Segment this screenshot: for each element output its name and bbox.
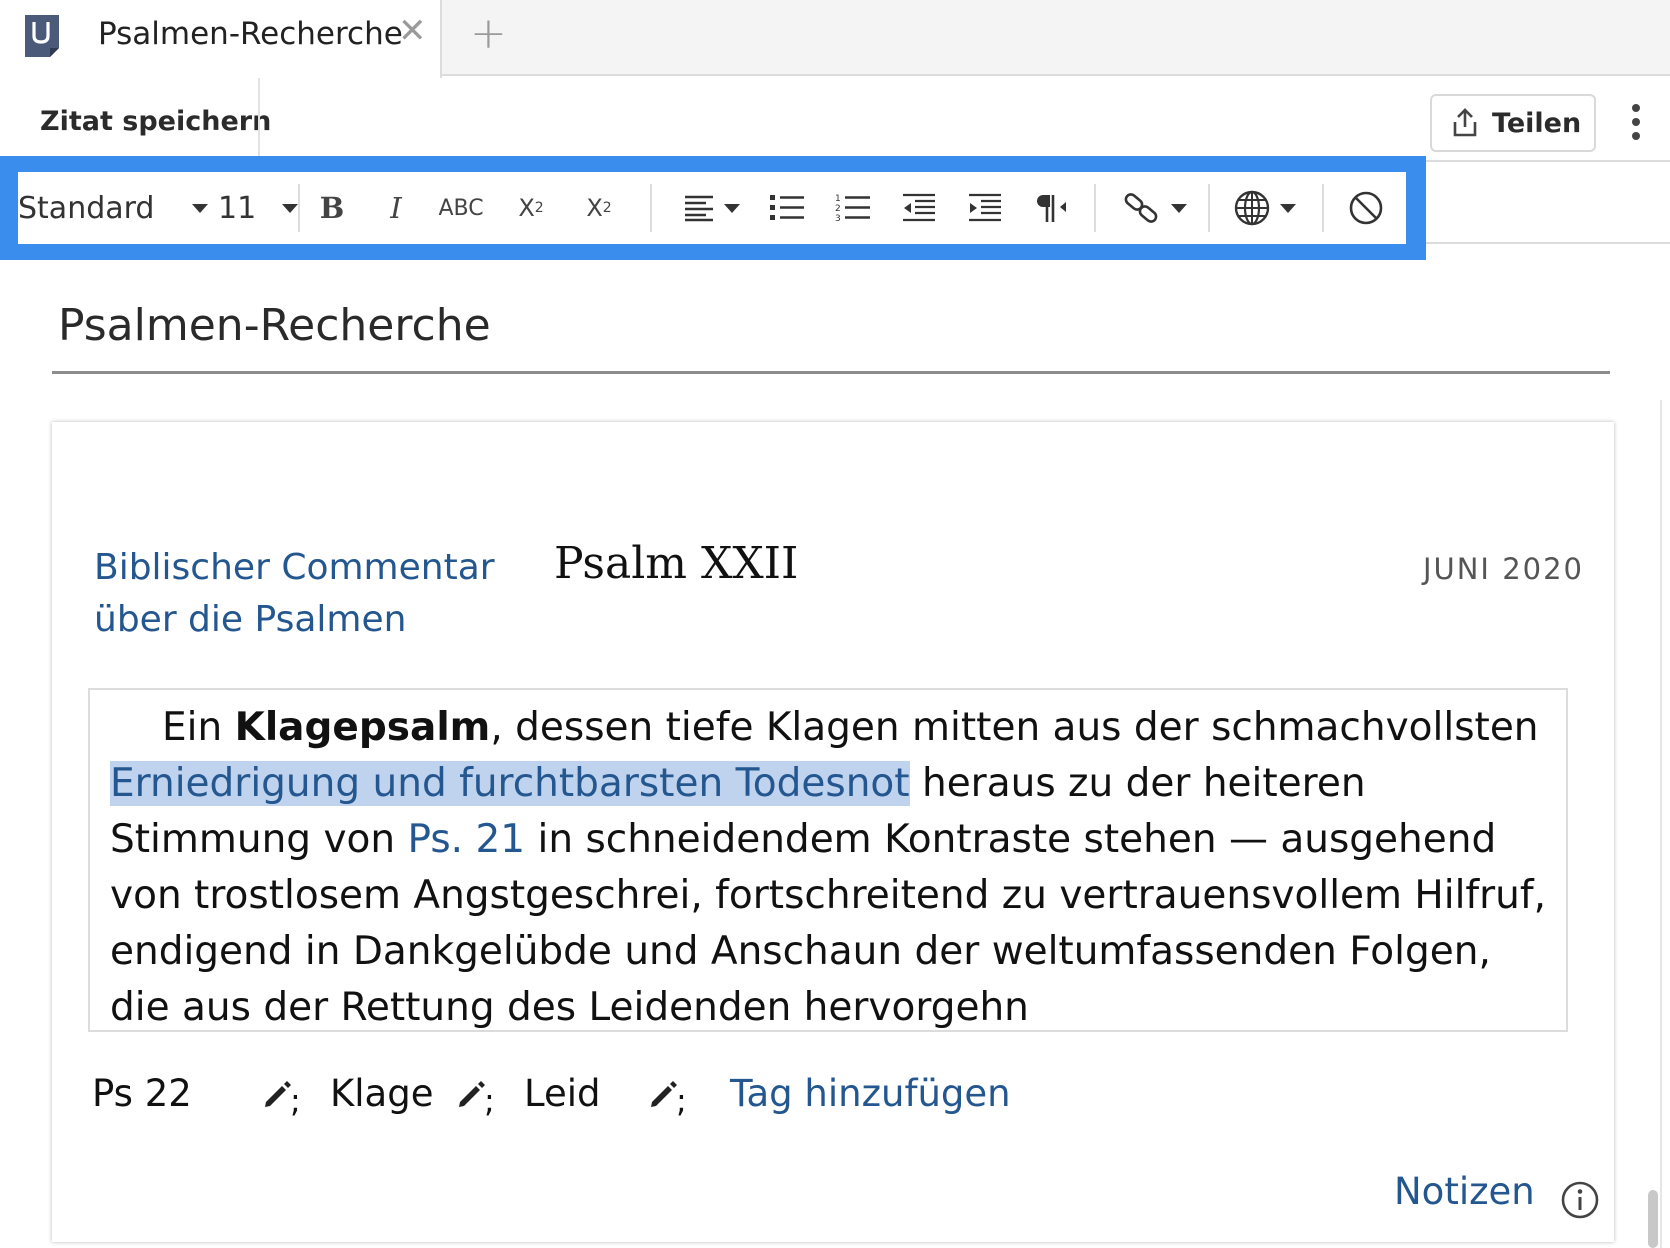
tab-psalmen-recherche[interactable]: Psalmen-Recherche ✕ (0, 0, 442, 78)
pencil-icon[interactable] (648, 1078, 678, 1108)
share-icon (1453, 108, 1477, 137)
outdent-icon (903, 193, 935, 222)
clear-formatting-button[interactable] (1338, 172, 1394, 244)
info-icon[interactable] (1560, 1180, 1600, 1220)
save-quote-button[interactable]: Zitat speichern (40, 106, 271, 137)
chevron-down-icon (192, 203, 208, 213)
indent-button[interactable] (960, 172, 1010, 244)
close-icon[interactable]: ✕ (398, 14, 427, 48)
superscript-base: X (518, 194, 535, 222)
numbered-list-button[interactable]: 1 2 3 (828, 172, 878, 244)
document-u-icon (25, 15, 59, 57)
tab-title: Psalmen-Recherche (98, 16, 403, 52)
document-title[interactable]: Psalmen-Recherche (58, 300, 491, 351)
paragraph-style-value: Standard (18, 190, 155, 226)
tag-separator: ; (290, 1082, 301, 1120)
pencil-icon[interactable] (262, 1078, 292, 1108)
quote-bold-term: Klagepsalm (234, 705, 491, 750)
numbered-list-icon: 1 2 3 (835, 194, 870, 224)
toolbar-divider (298, 184, 300, 232)
quote-part-1: Ein (162, 705, 235, 750)
tab-bar: Psalmen-Recherche ✕ + (0, 0, 1670, 78)
source-line-2: über die Psalmen (94, 599, 407, 640)
share-label: Teilen (1492, 107, 1582, 139)
subscript-button[interactable]: X2 (570, 172, 628, 244)
tag-separator: ; (676, 1082, 687, 1120)
scripture-reference-link[interactable]: Ps. 21 (408, 817, 526, 862)
toolbar-divider (1208, 184, 1210, 232)
link-icon (1124, 193, 1158, 223)
pencil-icon[interactable] (456, 1078, 486, 1108)
language-dropdown[interactable] (1222, 172, 1308, 244)
superscript-mark: 2 (534, 200, 544, 216)
subscript-base: X (586, 194, 603, 222)
quote-card: Biblischer Commentar über die Psalmen Ps… (52, 422, 1614, 1242)
no-format-icon (1349, 191, 1383, 225)
formatting-toolbar: Standard 11 B I ABC X2 X2 1 2 3 (18, 172, 1406, 244)
bullet-list-icon (770, 195, 804, 220)
align-left-icon (685, 195, 713, 222)
tab-strip-empty (528, 0, 1670, 76)
superscript-button[interactable]: X2 (502, 172, 560, 244)
svg-text:3: 3 (835, 214, 841, 224)
tag-separator: ; (484, 1082, 495, 1120)
font-size-select[interactable]: 11 (218, 172, 298, 244)
subscript-mark: 2 (602, 200, 612, 216)
tag-ps22[interactable]: Ps 22 (92, 1072, 192, 1115)
bullet-list-button[interactable] (762, 172, 812, 244)
plus-icon[interactable]: + (470, 12, 507, 56)
chevron-down-icon (1280, 203, 1296, 213)
svg-text:1: 1 (835, 194, 841, 204)
scroll-track (1660, 400, 1662, 1248)
scrollbar-thumb[interactable] (1648, 1190, 1658, 1248)
quote-part-2: , dessen tiefe Klagen mitten aus der sch… (490, 705, 1539, 750)
chevron-down-icon (1171, 203, 1187, 213)
passage-title: Psalm XXII (554, 538, 799, 589)
tag-klage[interactable]: Klage (330, 1072, 433, 1115)
align-dropdown[interactable] (672, 172, 752, 244)
svg-text:2: 2 (835, 204, 841, 214)
tag-leid[interactable]: Leid (524, 1072, 601, 1115)
quote-highlight[interactable]: Erniedrigung und furchtbarsten Todesnot (110, 761, 910, 806)
chevron-down-icon (282, 203, 298, 213)
toolbar-divider (1322, 184, 1324, 232)
toolbar-divider (1094, 184, 1096, 232)
toolbar-divider (650, 184, 652, 232)
outdent-button[interactable] (894, 172, 944, 244)
bold-button[interactable]: B (304, 172, 360, 244)
toolbar-focus-highlight: Standard 11 B I ABC X2 X2 1 2 3 (0, 156, 1426, 260)
toolbar-extension (1426, 160, 1670, 244)
globe-icon (1234, 190, 1270, 226)
paragraph-direction-icon (1037, 195, 1066, 222)
notes-link[interactable]: Notizen (1394, 1170, 1535, 1213)
font-size-value: 11 (218, 190, 257, 226)
more-vertical-icon[interactable] (1622, 100, 1650, 146)
text-direction-button[interactable] (1026, 172, 1076, 244)
strikethrough-button[interactable]: ABC (426, 172, 496, 244)
italic-button[interactable]: I (368, 172, 424, 244)
quote-date: JUNI 2020 (1422, 552, 1584, 586)
add-tag-button[interactable]: Tag hinzufügen (730, 1072, 1011, 1115)
paragraph-style-select[interactable]: Standard (18, 172, 208, 244)
quote-text-box[interactable]: Ein Klagepsalm, dessen tiefe Klagen mitt… (88, 688, 1568, 1032)
title-underline (52, 371, 1610, 374)
share-button[interactable]: Teilen (1430, 94, 1596, 152)
chevron-down-icon (724, 203, 740, 213)
editor-header: Zitat speichern Teilen (0, 78, 1670, 168)
indent-icon (969, 193, 1001, 222)
header-divider (258, 78, 260, 168)
link-dropdown[interactable] (1108, 172, 1202, 244)
quote-text: Ein Klagepsalm, dessen tiefe Klagen mitt… (110, 700, 1550, 1036)
source-line-1: Biblischer Commentar (94, 547, 495, 588)
source-link[interactable]: Biblischer Commentar über die Psalmen (94, 542, 514, 646)
